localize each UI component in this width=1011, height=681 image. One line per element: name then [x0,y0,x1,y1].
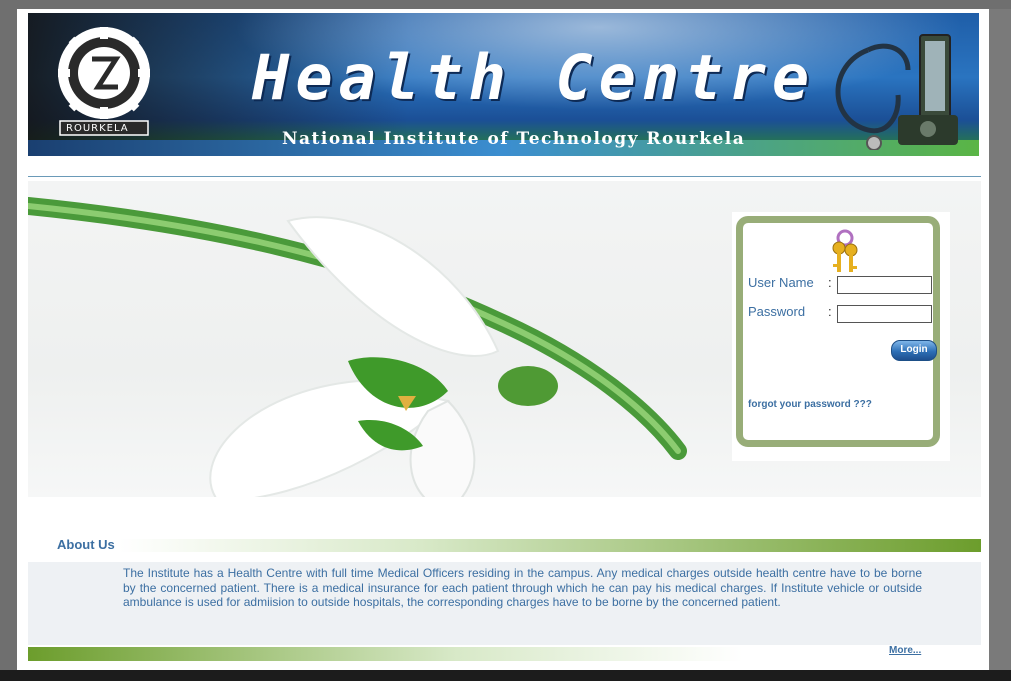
keys-icon [832,229,858,272]
password-colon: : [828,304,832,319]
about-heading-bar [119,539,981,552]
page: ROURKELA Health Centre National Institut… [17,9,989,670]
username-colon: : [828,275,832,290]
footer-bar [28,647,981,661]
flower-image [28,197,687,497]
logo-caption: ROURKELA [66,123,129,134]
site-title: Health Centre [252,41,816,114]
site-subtitle: National Institute of Technology Rourkel… [282,129,746,149]
password-input[interactable] [837,305,932,323]
stethoscope-icon [835,34,958,150]
header-banner: ROURKELA Health Centre National Institut… [28,13,979,156]
username-input[interactable] [837,276,932,294]
more-link[interactable]: More... [889,645,921,656]
taskbar [0,670,1011,681]
login-frame: User Name : Password : Login forgot your… [736,216,940,447]
nit-logo [58,27,150,136]
password-label: Password [748,304,806,319]
login-panel: User Name : Password : Login forgot your… [732,212,950,461]
username-label: User Name [748,275,814,290]
scrollbar-area[interactable] [989,9,1011,670]
header-divider [28,176,981,177]
about-heading: About Us [57,537,115,552]
forgot-password-link[interactable]: forgot your password ??? [748,399,872,410]
login-button[interactable]: Login [891,340,937,361]
about-text: The Institute has a Health Centre with f… [123,566,922,610]
